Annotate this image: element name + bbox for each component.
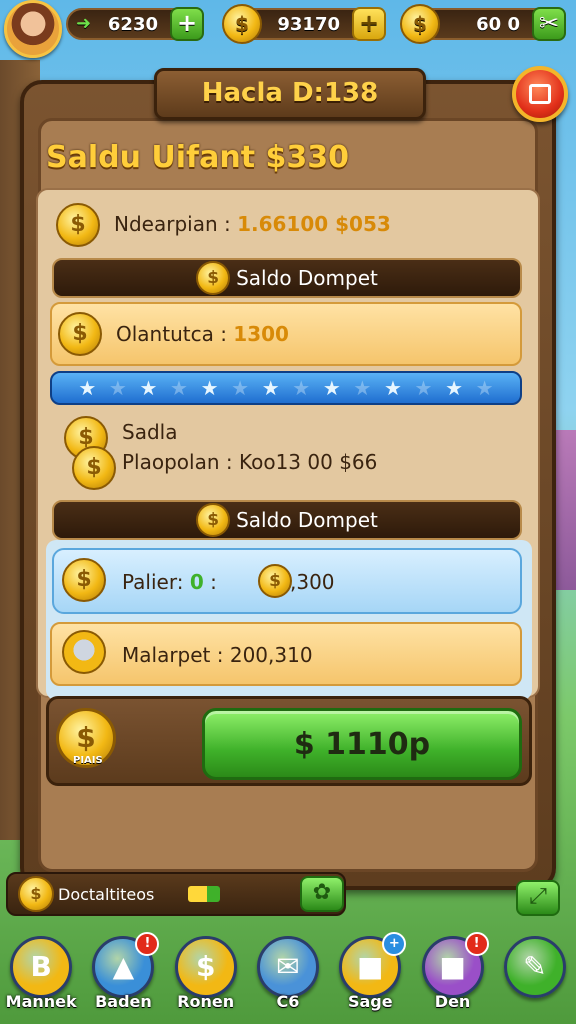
star-icon: ★ [445, 376, 463, 400]
row-separator: : [203, 570, 217, 594]
star-icon: ★ [261, 376, 280, 400]
notification-badge: ! [135, 932, 160, 956]
resource-pill-gems: $ 60 0 ✂ [400, 4, 566, 44]
resource-pill-energy: ➜ 6230 + [66, 7, 204, 41]
hammer-icon: ✎ [503, 936, 566, 998]
row-text: Olantutca : 1300 [116, 322, 289, 346]
star-icon: ★ [170, 376, 188, 400]
nav-label: Den [434, 992, 471, 1011]
quest-label: Doctaltiteos [58, 884, 155, 904]
star-icon: ★ [414, 376, 433, 400]
star-icon: ★ [322, 376, 341, 400]
row-label: Malarpet : 200,310 [122, 643, 313, 667]
nav-item-6[interactable]: ■! Den [413, 930, 493, 1022]
row-label: Palier: [122, 570, 190, 594]
list-item: Ndearpian : 1.66100 $053 [114, 212, 391, 236]
nav-label: Mannek [5, 992, 77, 1011]
row-value: 1300 [233, 322, 289, 346]
star-icon: ★ [108, 376, 127, 400]
nav-item-4[interactable]: ✉ C6 [248, 930, 328, 1022]
nav-item-3[interactable]: $ Ronen [166, 930, 246, 1022]
energy-value: 6230 [107, 13, 158, 35]
star-icon: ★ [139, 376, 158, 400]
bar-label: Saldo Dompet [236, 508, 378, 532]
resource-pill-coins: $ 93170 + [222, 4, 386, 44]
arrow-up-icon: ➜ [76, 13, 92, 34]
coin-icon: $ [222, 4, 262, 44]
coin-icon: $ [258, 564, 292, 598]
nav-item-2[interactable]: ▲! Baden [83, 930, 163, 1022]
coin-icon: $ [400, 4, 440, 44]
dialog-title: Hacla D:138 [154, 68, 426, 120]
nav-label: Ronen [177, 992, 235, 1011]
hud: ➜ 6230 + $ 93170 + $ 60 0 ✂ [0, 0, 576, 58]
balance-headline: Saldu Uifant $330 [46, 140, 349, 175]
coin-icon: $ [72, 446, 116, 490]
gems-value: 60 0 [476, 13, 520, 35]
player-avatar[interactable] [4, 0, 62, 58]
add-energy-button[interactable]: + [170, 7, 204, 41]
row-value: 1.66100 $053 [237, 212, 391, 236]
star-icon: ★ [475, 376, 494, 400]
star-icon: ★ [200, 376, 219, 400]
coin-icon: $ [56, 203, 100, 247]
row-title: Sadla [122, 420, 178, 444]
cat-coin-icon [62, 630, 106, 674]
nav-item-5[interactable]: ■ + Sage [330, 930, 410, 1022]
row-label: Ndearpian : [114, 212, 238, 236]
leaf-button[interactable]: ✿ [300, 876, 344, 912]
bar-label: Saldo Dompet [236, 266, 378, 290]
nav-label: Baden [95, 992, 152, 1011]
mail-icon: ✉ [256, 936, 319, 998]
nav-item-1[interactable]: B Mannek [1, 930, 81, 1022]
nav-label: Sage [347, 992, 393, 1011]
coin-caption: PIAIS [73, 755, 103, 766]
saldo-dompet-bar[interactable]: $ Saldo Dompet [52, 500, 522, 540]
star-icon: ★ [383, 376, 402, 400]
coin-icon: $ [18, 876, 54, 912]
dollar-coin-icon: $ [174, 936, 237, 998]
quest-strip[interactable]: $ Doctaltiteos [6, 872, 346, 916]
row-value: ,300 [290, 570, 335, 594]
add-gems-button[interactable]: ✂ [532, 7, 566, 41]
coins-value: 93170 [277, 13, 340, 35]
nav-item-7[interactable]: ✎ [495, 930, 575, 1022]
close-button[interactable] [512, 66, 568, 122]
add-coins-button[interactable]: + [352, 7, 386, 41]
notification-badge: + [382, 932, 407, 956]
star-progress-bar: ★ ★ ★ ★ ★ ★ ★ ★ ★ ★ ★ ★ ★ ★ [50, 371, 522, 405]
row-label: Olantutca : [116, 322, 234, 346]
expand-button[interactable]: ⤢ [516, 880, 560, 916]
quest-progress [188, 886, 220, 902]
coin-bag-icon: $ PIAIS [56, 708, 116, 768]
bottom-nav: B Mannek ▲! Baden $ Ronen ✉ C6 ■ + Sage ■! Den ✎ [0, 930, 576, 1024]
star-icon: ★ [231, 376, 250, 400]
buy-button[interactable]: $ 1110p [202, 708, 522, 780]
row-zero: 0 [189, 570, 204, 594]
star-icon: ★ [292, 376, 311, 400]
nav-label: C6 [276, 992, 300, 1011]
row-text: Palier: 0 : [122, 570, 217, 594]
coin-icon: $ [58, 312, 102, 356]
row-label: Plaopolan : Koo13 00 $66 [122, 450, 378, 474]
star-icon: ★ [353, 376, 372, 400]
notification-badge: ! [464, 932, 489, 956]
saldo-dompet-bar[interactable]: $ Saldo Dompet [52, 258, 522, 298]
close-icon [529, 84, 551, 104]
star-icon: ★ [78, 376, 97, 400]
coin-icon: $ [196, 261, 231, 295]
coin-icon: B [10, 936, 73, 998]
coin-icon: $ [62, 558, 106, 602]
coin-icon: $ [196, 503, 231, 537]
